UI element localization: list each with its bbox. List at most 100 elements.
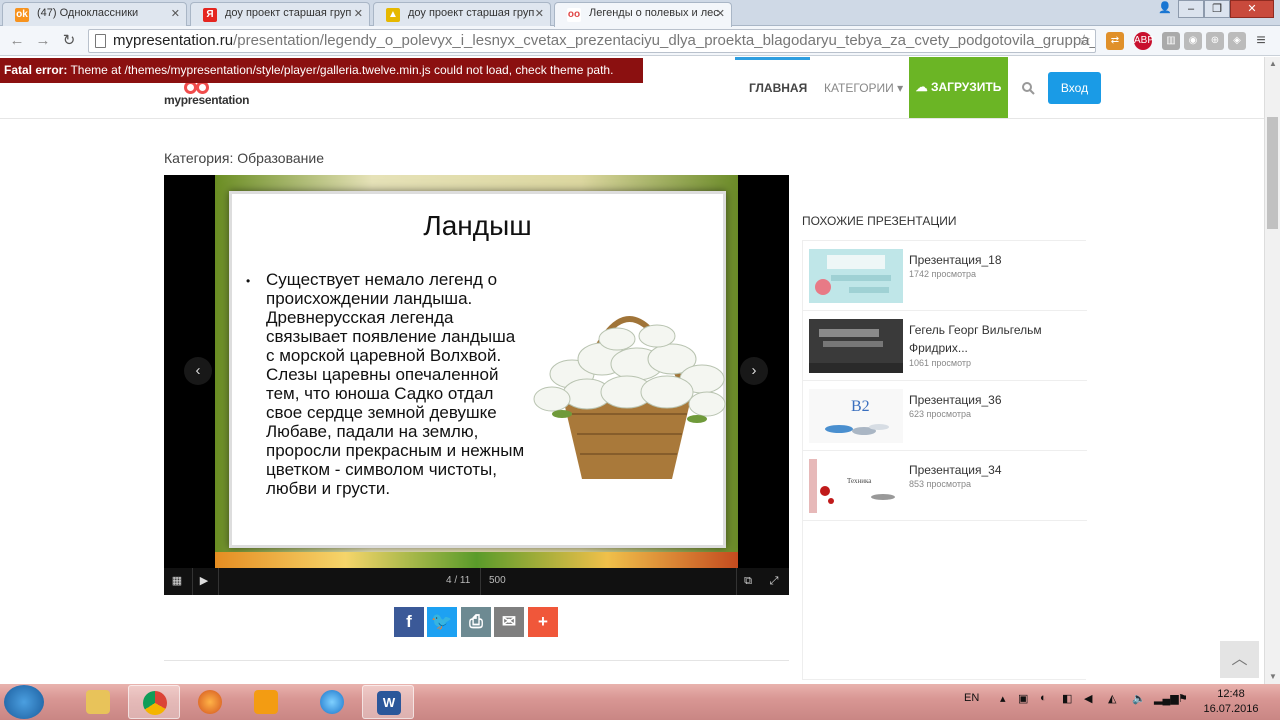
language-indicator[interactable]: EN [964, 692, 979, 704]
user-icon[interactable]: 👤 [1152, 0, 1178, 18]
slide-title: Ландыш [423, 210, 532, 241]
ie-taskbar-button[interactable] [306, 685, 358, 719]
play-icon[interactable]: ▶ [197, 574, 211, 588]
tray-icon[interactable]: ▣ [1018, 692, 1028, 705]
print-icon: ⎙ [469, 612, 483, 631]
adblock-icon[interactable]: ABP [1134, 32, 1154, 50]
close-icon[interactable]: ✕ [535, 7, 544, 20]
thumbnails-grid-icon[interactable]: ▦ [170, 574, 184, 588]
list-item[interactable]: Презентация_18 1742 просмотра [803, 241, 1087, 311]
facebook-share-button[interactable]: f [394, 607, 424, 637]
media-player-taskbar-button[interactable] [240, 685, 292, 719]
close-window-button[interactable]: ✕ [1230, 0, 1274, 18]
presentation-name[interactable]: Презентация_36 [909, 391, 1079, 409]
scrollbar-thumb[interactable] [1267, 117, 1278, 229]
system-clock[interactable]: 12:48 16.07.2016 [1202, 687, 1260, 717]
browser-tab-strip: ok (47) Одноклассники ✕ Я доу проект ста… [0, 0, 1280, 27]
chevron-up-icon: ︿ [1231, 651, 1248, 668]
tab-odnoklassniki[interactable]: ok (47) Одноклассники ✕ [2, 2, 187, 26]
divider [164, 660, 789, 661]
chrome-taskbar-button[interactable] [128, 685, 180, 719]
close-icon[interactable]: ✕ [354, 7, 363, 20]
presentation-thumbnail[interactable]: B2 [809, 389, 903, 443]
popout-icon[interactable]: ⧉ [741, 574, 755, 588]
presentation-thumbnail[interactable] [809, 249, 903, 303]
flag-icon[interactable]: ⚑ [1178, 692, 1188, 705]
tab-label: Легенды о полевых и лес [589, 7, 719, 19]
similar-presentations-list: Презентация_18 1742 просмотра Гегель Гео… [802, 240, 1087, 680]
presentation-thumbnail[interactable] [809, 319, 903, 373]
scroll-down-icon[interactable]: ▼ [1265, 670, 1280, 684]
search-icon[interactable] [1021, 81, 1035, 95]
address-bar[interactable]: mypresentation.ru/presentation/legendy_o… [88, 29, 1096, 53]
volume-icon[interactable]: 🔈 [1132, 692, 1146, 705]
list-item[interactable]: Техника Презентация_34 853 просмотра [803, 451, 1087, 521]
media-player-icon [254, 690, 278, 714]
back-button[interactable]: ← [8, 32, 26, 50]
speaker-icon[interactable]: ◀ [1084, 692, 1092, 705]
more-share-button[interactable]: + [528, 607, 558, 637]
word-taskbar-button[interactable]: W [362, 685, 414, 719]
start-button[interactable] [4, 685, 44, 719]
tab-images[interactable]: ▲ доу проект старшая груп ✕ [373, 2, 551, 26]
extension-icon[interactable]: ◉ [1184, 32, 1202, 50]
windows-taskbar: W EN ▴ ▣ ◐ ◧ ◀ ◭ 🔈 ▂▄▆ ⚑ 12:48 16.07.201… [0, 684, 1280, 720]
minimize-button[interactable]: – [1178, 0, 1204, 18]
presentation-thumbnail[interactable]: Техника [809, 459, 903, 513]
translate-extension-icon[interactable]: ⇄ [1106, 32, 1124, 50]
scroll-to-top-button[interactable]: ︿ [1220, 641, 1259, 678]
error-prefix: Fatal error: [4, 63, 68, 77]
site-logo[interactable]: mypresentation [164, 93, 249, 107]
extension-icon[interactable]: ▥ [1162, 32, 1180, 50]
list-item[interactable]: B2 Презентация_36 623 просмотра [803, 381, 1087, 451]
network-signal-icon[interactable]: ▂▄▆ [1154, 692, 1179, 705]
presentation-name[interactable]: Презентация_18 [909, 251, 1079, 269]
close-icon[interactable]: ✕ [171, 7, 180, 20]
clock-date: 16.07.2016 [1203, 703, 1259, 715]
forward-button[interactable]: → [34, 32, 52, 50]
tray-icon[interactable]: ◭ [1108, 692, 1116, 705]
view-count: 1061 просмотр [909, 358, 972, 368]
list-item[interactable]: Гегель Георг Вильгельм Фридрих... 1061 п… [803, 311, 1087, 381]
slide-counter: 4 / 11 [446, 575, 471, 586]
page-scrollbar[interactable]: ▲ ▼ [1264, 57, 1280, 684]
tray-icon[interactable]: ◐ [1040, 692, 1047, 704]
svg-text:B2: B2 [851, 398, 870, 415]
prev-slide-button[interactable]: ‹ [184, 357, 212, 385]
print-button[interactable]: ⎙ [461, 607, 491, 637]
window-controls: 👤 – ❐ ✕ [1152, 0, 1274, 20]
upload-button[interactable]: ☁ ЗАГРУЗИТЬ [909, 57, 1008, 118]
clock-time: 12:48 [1217, 688, 1245, 700]
ok-icon: ok [15, 8, 29, 22]
extension-icon[interactable]: ⊕ [1206, 32, 1224, 50]
divider [480, 568, 481, 595]
nav-main[interactable]: ГЛАВНАЯ [749, 81, 807, 95]
restore-button[interactable]: ❐ [1204, 0, 1230, 18]
presentation-name[interactable]: Презентация_34 [909, 461, 1079, 479]
slide-player: Ландыш • Существует немало легенд о прои… [164, 175, 789, 595]
twitter-share-button[interactable]: 🐦 [427, 607, 457, 637]
fullscreen-icon[interactable]: ⤢ [767, 574, 781, 588]
tray-icon[interactable]: ◧ [1062, 692, 1072, 705]
internet-explorer-icon [320, 690, 344, 714]
next-slide-button[interactable]: › [740, 357, 768, 385]
close-icon[interactable]: ✕ [716, 7, 725, 20]
bookmark-star-icon[interactable]: ☆ [1078, 30, 1091, 52]
scroll-up-icon[interactable]: ▲ [1265, 57, 1280, 71]
address-host: mypresentation.ru [113, 32, 234, 49]
twitter-icon: 🐦 [431, 612, 453, 631]
firefox-taskbar-button[interactable] [184, 685, 236, 719]
reload-button[interactable]: ↻ [60, 32, 78, 50]
tray-arrow-icon[interactable]: ▴ [1000, 692, 1006, 705]
email-share-button[interactable]: ✉ [494, 607, 524, 637]
login-button[interactable]: Вход [1048, 72, 1101, 104]
chrome-icon [143, 691, 167, 715]
tab-mypresentation[interactable]: oo Легенды о полевых и лес ✕ [554, 2, 732, 27]
presentation-name[interactable]: Гегель Георг Вильгельм Фридрих... [909, 321, 1079, 357]
shield-icon[interactable]: ◈ [1228, 32, 1246, 50]
tab-yandex[interactable]: Я доу проект старшая груп ✕ [190, 2, 370, 26]
nav-categories[interactable]: КАТЕГОРИИ ▾ [824, 81, 903, 95]
slide-bullet: • [246, 274, 251, 288]
explorer-taskbar-button[interactable] [72, 685, 124, 719]
menu-icon[interactable]: ≡ [1252, 32, 1270, 50]
